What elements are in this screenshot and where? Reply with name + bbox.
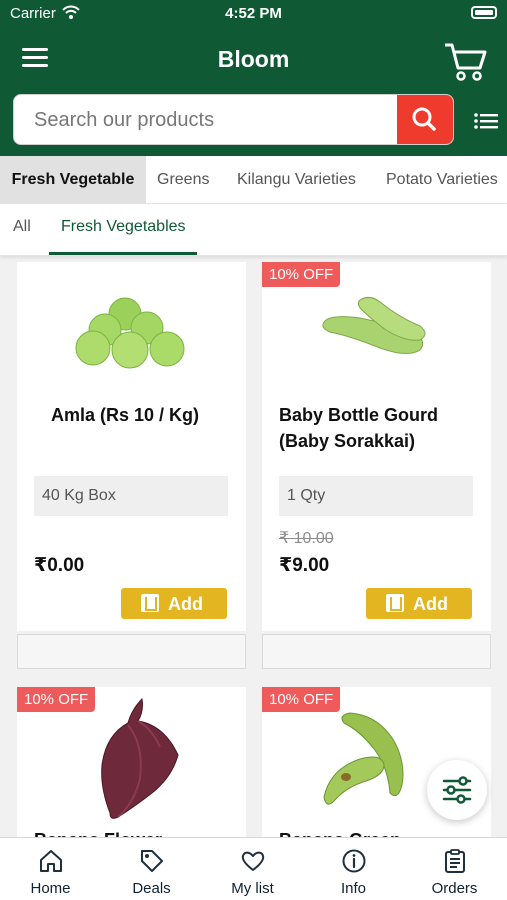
nav-deals[interactable]: Deals (101, 838, 202, 900)
product-image-amla (75, 297, 185, 369)
product-card[interactable]: Amla (Rs 10 / Kg) 40 Kg Box ₹0.00 Add (17, 262, 246, 631)
tab-greens[interactable]: Greens (157, 156, 209, 204)
search-button[interactable] (397, 95, 453, 144)
status-bar: Carrier 4:52 PM (0, 0, 507, 28)
tab-potato-varieties[interactable]: Potato Varieties (386, 156, 498, 204)
bag-icon (141, 594, 159, 612)
subtab-fresh-vegetables[interactable]: Fresh Vegetables (61, 218, 186, 236)
product-card[interactable]: 10% OFF Banana Flower (17, 687, 246, 837)
filter-sliders-icon (442, 776, 472, 804)
product-card[interactable]: 10% OFF Baby Bottle Gourd (Baby Sorakkai… (262, 262, 491, 631)
nav-label: My list (231, 880, 274, 897)
search-placeholder: Search our products (34, 109, 215, 131)
battery-icon (471, 6, 497, 19)
clipboard-icon (445, 849, 465, 873)
nav-label: Home (30, 880, 71, 897)
bottom-navigation: Home Deals My list Info Orders (0, 837, 507, 900)
filter-button[interactable] (427, 760, 487, 820)
clock: 4:52 PM (225, 5, 282, 22)
product-image-banana-flower (101, 697, 179, 819)
search-bar: Search our products (0, 94, 507, 156)
add-button[interactable]: Add (121, 588, 227, 619)
quantity-strip[interactable] (17, 634, 246, 669)
product-name: Baby Bottle Gourd (Baby Sorakkai) (279, 405, 439, 451)
add-label: Add (168, 594, 203, 614)
quantity-strip[interactable] (262, 634, 491, 669)
nav-my-list[interactable]: My list (202, 838, 303, 900)
heart-icon (241, 851, 265, 871)
product-image-banana-green (323, 712, 404, 805)
product-image-bottle-gourd (322, 296, 426, 354)
search-input[interactable]: Search our products (13, 94, 454, 145)
nav-label: Orders (431, 880, 478, 897)
product-price: ₹0.00 (34, 555, 85, 576)
subcategory-tabs: All Fresh Vegetables (0, 204, 507, 256)
product-price: ₹9.00 (279, 555, 330, 576)
list-icon[interactable] (474, 112, 498, 130)
active-tab-indicator (49, 252, 197, 255)
discount-badge: 10% OFF (262, 262, 341, 287)
nav-info[interactable]: Info (303, 838, 404, 900)
tag-icon (141, 850, 163, 872)
add-label: Add (413, 594, 448, 614)
subtab-all[interactable]: All (13, 218, 31, 236)
product-name: Banana Green (279, 827, 479, 837)
category-tabs: Fresh Vegetable Greens Kilangu Varieties… (0, 156, 507, 204)
home-icon (40, 850, 62, 872)
original-price: ₹ 10.00 (279, 530, 334, 547)
tab-kilangu-varieties[interactable]: Kilangu Varieties (237, 156, 356, 204)
variant-select[interactable]: 1 Qty (279, 476, 473, 516)
bag-icon (386, 594, 404, 612)
nav-orders[interactable]: Orders (404, 838, 505, 900)
app-title: Bloom (217, 46, 290, 72)
variant-select[interactable]: 40 Kg Box (34, 476, 228, 516)
cart-icon[interactable] (443, 40, 487, 82)
product-name: Amla (Rs 10 / Kg) (51, 405, 200, 425)
info-icon (342, 849, 366, 873)
nav-home[interactable]: Home (0, 838, 101, 900)
tab-fresh-vegetable[interactable]: Fresh Vegetable (0, 156, 146, 204)
nav-label: Info (340, 880, 367, 897)
app-header: Bloom (0, 28, 507, 94)
nav-label: Deals (132, 880, 171, 897)
add-button[interactable]: Add (366, 588, 472, 619)
search-icon (412, 107, 436, 131)
product-name: Banana Flower (34, 827, 234, 837)
